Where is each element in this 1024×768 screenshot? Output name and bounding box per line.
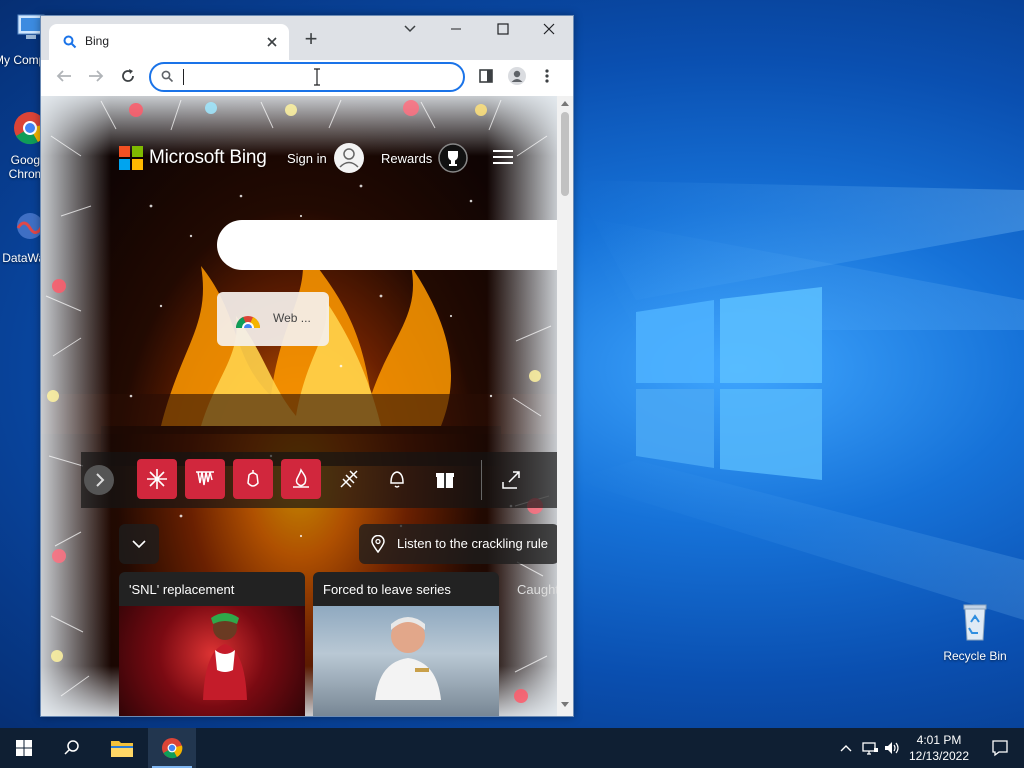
rewards-link[interactable]: Rewards [381,151,432,166]
bing-search-box[interactable] [217,220,557,270]
carousel-prev-icon[interactable] [83,464,115,496]
taskbar-chrome[interactable] [148,728,196,768]
expand-feed-button[interactable] [119,524,159,564]
close-tab-icon[interactable] [267,37,277,47]
search-icon [63,35,77,49]
news-title: Forced to leave series [323,582,451,597]
tab-title: Bing [85,34,110,48]
ornament-icon [247,470,259,487]
bing-logo[interactable]: Microsoft Bing [119,146,267,170]
desktop-icon-label: Recycle Bin [943,649,1007,663]
fire-icon [293,468,309,488]
carousel-tile[interactable] [281,459,321,499]
forward-icon[interactable] [87,68,105,84]
news-card[interactable]: Caught [507,572,557,716]
search-icon [64,740,79,755]
maximize-icon[interactable] [496,22,510,36]
hamburger-menu-icon[interactable] [493,149,513,165]
carousel-tile[interactable] [425,459,465,499]
text-caret [183,69,184,85]
person-silhouette-icon [203,613,247,700]
theme-carousel [81,452,557,508]
page-scrollbar[interactable] [557,96,573,716]
news-title: 'SNL' replacement [129,582,235,597]
tab-strip: Bing + [41,16,573,60]
feather-icon [340,470,358,488]
carousel-tile[interactable] [137,459,177,499]
tab-bing[interactable]: Bing [49,24,289,60]
notification-icon [992,740,1008,757]
chevron-down-icon [132,540,146,549]
scroll-up-icon[interactable] [561,100,569,106]
side-panel-icon[interactable] [478,68,494,84]
browser-toolbar [41,60,573,97]
new-tab-button[interactable]: + [299,28,323,52]
close-window-icon[interactable] [542,22,556,36]
sign-in-link[interactable]: Sign in [287,151,327,166]
chevron-up-icon[interactable] [836,738,856,758]
carousel-divider [481,460,482,500]
news-card[interactable]: 'SNL' replacement [119,572,305,716]
taskbar-search-button[interactable] [48,728,96,768]
browser-window: Bing + Microsoft Bing Sign in Rewards We… [40,15,574,717]
location-pill[interactable]: Listen to the crackling rule [359,524,557,564]
recycle-bin-icon [963,604,987,641]
omnibox[interactable] [149,62,465,92]
text-cursor-icon [314,68,320,86]
quick-link-web-tile[interactable]: Web ... [217,292,329,346]
taskbar-clock[interactable]: 4:01 PM 12/13/2022 [902,732,976,764]
news-card[interactable]: Forced to leave series [313,572,499,716]
notification-center-button[interactable] [976,728,1024,768]
folder-icon [111,741,133,757]
clock-time: 4:01 PM [916,733,962,747]
taskbar-file-explorer[interactable] [98,728,146,768]
windows-start-icon [16,740,32,756]
clock-date: 12/13/2022 [908,749,970,763]
more-menu-icon[interactable] [544,68,550,84]
reload-icon[interactable] [119,67,137,85]
gift-icon [436,473,454,488]
windows-logo-wallpaper [636,287,822,480]
brand-name: Microsoft Bing [149,147,267,168]
scroll-thumb[interactable] [561,112,569,196]
system-tray [836,728,902,768]
quick-link-label: Web ... [273,311,311,325]
minimize-icon[interactable] [449,22,463,36]
desktop-icon-recycle-bin[interactable]: Recycle Bin [937,602,1013,663]
network-icon[interactable] [860,738,880,758]
news-image [313,606,499,716]
start-button[interactable] [0,728,48,768]
icicles-icon [196,471,214,486]
location-text: Listen to the crackling rule [397,536,549,551]
news-title: Caught [517,582,557,597]
chrome-icon [235,316,261,328]
back-icon[interactable] [55,68,73,84]
trophy-icon[interactable] [437,142,469,174]
microsoft-logo-icon [119,146,143,170]
volume-icon[interactable] [882,738,902,758]
bell-icon [390,471,404,488]
carousel-tile[interactable] [329,459,369,499]
taskbar: 4:01 PM 12/13/2022 [0,728,1024,768]
scroll-down-icon[interactable] [561,702,569,708]
carousel-tile[interactable] [233,459,273,499]
omnibox-search-icon [161,70,174,83]
person-portrait-icon [375,617,441,700]
location-pin-icon [371,535,385,553]
page-viewport: Microsoft Bing Sign in Rewards Web ... L… [41,96,557,716]
avatar-icon[interactable] [333,142,365,174]
share-icon[interactable] [499,468,523,492]
profile-icon[interactable] [507,66,527,86]
carousel-tile[interactable] [377,459,417,499]
carousel-tile[interactable] [185,459,225,499]
snowflake-icon [147,469,167,489]
news-image [119,606,305,716]
tab-search-chevron-icon[interactable] [403,24,417,34]
chrome-icon [162,738,183,759]
